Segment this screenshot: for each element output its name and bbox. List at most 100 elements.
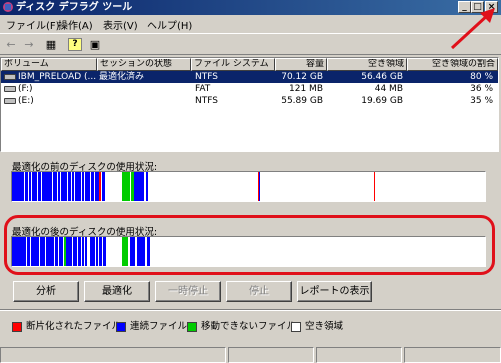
usage-segment: [82, 237, 84, 266]
usage-segment: [25, 172, 28, 201]
window-title: ディスク デフラグ ツール: [16, 2, 133, 13]
stop-button[interactable]: 停止: [226, 281, 292, 302]
unmovable-swatch: [187, 321, 197, 332]
close-button[interactable]: ×: [485, 1, 498, 13]
usage-segment: [42, 172, 52, 201]
legend-unmovable: 移動できないファイル: [187, 321, 296, 332]
usage-segment: [82, 172, 84, 201]
removable-drive-icon: [4, 86, 16, 92]
usage-segment: [73, 237, 77, 266]
status-pane: [404, 347, 501, 363]
usage-segment: [53, 172, 57, 201]
usage-segment: [90, 237, 95, 266]
minimize-button[interactable]: _: [458, 1, 471, 13]
after-usage-bar: [11, 236, 486, 267]
usage-segment: [91, 172, 94, 201]
properties-icon[interactable]: ▣: [88, 38, 102, 51]
free-space-swatch: [291, 321, 301, 332]
status-pane: [316, 347, 402, 363]
volume-capacity: 121 MB: [289, 84, 323, 94]
legend-label: 移動できないファイル: [201, 321, 297, 332]
usage-segment: [31, 237, 39, 266]
usage-segment: [99, 237, 102, 266]
usage-segment: [122, 237, 128, 266]
usage-segment: [55, 237, 58, 266]
usage-segment: [137, 237, 145, 266]
usage-segment: [27, 237, 30, 266]
column-free-space[interactable]: 空き領域: [327, 58, 407, 71]
usage-segment: [85, 237, 87, 266]
volume-row[interactable]: IBM_PRELOAD (... 最適化済み NTFS 70.12 GB 56.…: [1, 71, 498, 83]
usage-segment: [96, 237, 98, 266]
fragmented-swatch: [12, 321, 22, 332]
usage-segment: [130, 237, 135, 266]
volume-list: ボリューム セッションの状態 ファイル システム 容量 空き領域 空き領域の割合…: [0, 57, 499, 152]
legend-label: 連続ファイル: [130, 321, 188, 332]
column-capacity[interactable]: 容量: [275, 58, 327, 71]
usage-segment: [134, 172, 144, 201]
help-icon[interactable]: ?: [68, 38, 82, 51]
back-icon[interactable]: ←: [4, 38, 18, 51]
column-volume[interactable]: ボリューム: [1, 58, 97, 71]
volume-name: IBM_PRELOAD (...: [18, 72, 96, 82]
toolbar: ← → ▦ ? ▣: [0, 33, 501, 55]
maximize-button[interactable]: □: [471, 1, 484, 13]
usage-segment: [99, 172, 101, 201]
usage-segment: [102, 172, 105, 201]
usage-segment: [58, 172, 60, 201]
pause-button[interactable]: 一時停止: [155, 281, 221, 302]
volume-capacity: 70.12 GB: [281, 72, 323, 82]
volume-row[interactable]: (E:) NTFS 55.89 GB 19.69 GB 35 %: [1, 95, 498, 107]
usage-segment: [12, 172, 24, 201]
usage-segment: [78, 237, 81, 266]
menu-file[interactable]: ファイル(F): [6, 17, 60, 32]
volume-free: 44 MB: [374, 84, 403, 94]
legend-label: 空き領域: [305, 321, 344, 332]
usage-segment: [46, 237, 54, 266]
usage-segment: [66, 237, 72, 266]
menu-bar: ファイル(F) 操作(A) 表示(V) ヘルプ(H): [0, 15, 501, 32]
usage-segment: [68, 172, 71, 201]
usage-segment: [12, 237, 26, 266]
contiguous-swatch: [116, 321, 126, 332]
hard-drive-icon: [4, 74, 16, 80]
volume-fs: FAT: [195, 84, 211, 94]
usage-segment: [59, 237, 63, 266]
status-pane: [0, 347, 226, 363]
usage-segment: [146, 172, 148, 201]
before-usage-bar: [11, 171, 486, 202]
usage-segment: [122, 172, 130, 201]
usage-segment: [75, 172, 81, 201]
volume-fs: NTFS: [195, 72, 218, 82]
menu-view[interactable]: 表示(V): [103, 17, 138, 32]
status-pane: [228, 347, 314, 363]
usage-segment: [29, 172, 31, 201]
usage-segment: [72, 172, 74, 201]
defragment-button[interactable]: 最適化: [84, 281, 150, 302]
usage-segment: [85, 172, 90, 201]
volume-pct: 80 %: [470, 72, 493, 82]
hard-drive-icon: [4, 98, 16, 104]
column-file-system[interactable]: ファイル システム: [191, 58, 275, 71]
column-percent-free[interactable]: 空き領域の割合: [407, 58, 498, 71]
forward-icon[interactable]: →: [22, 38, 36, 51]
usage-segment: [259, 172, 260, 201]
volume-capacity: 55.89 GB: [281, 96, 323, 106]
menu-help[interactable]: ヘルプ(H): [147, 17, 192, 32]
volume-row[interactable]: (F:) FAT 121 MB 44 MB 36 %: [1, 83, 498, 95]
volume-name: (F:): [18, 84, 33, 94]
usage-segment: [61, 172, 67, 201]
column-session-status[interactable]: セッションの状態: [97, 58, 191, 71]
volume-pct: 35 %: [470, 96, 493, 106]
usage-segment: [32, 172, 37, 201]
usage-segment: [40, 237, 45, 266]
volume-status: 最適化済み: [99, 72, 145, 82]
view-report-button[interactable]: レポートの表示: [297, 281, 372, 302]
title-bar: ディスク デフラグ ツール _ □ ×: [0, 0, 501, 15]
usage-segment: [374, 172, 375, 201]
analyze-button[interactable]: 分析: [13, 281, 79, 302]
legend-free-space: 空き領域: [291, 321, 343, 332]
usage-segment: [103, 237, 106, 266]
show-hide-console-icon[interactable]: ▦: [44, 38, 58, 51]
menu-action[interactable]: 操作(A): [58, 17, 93, 32]
